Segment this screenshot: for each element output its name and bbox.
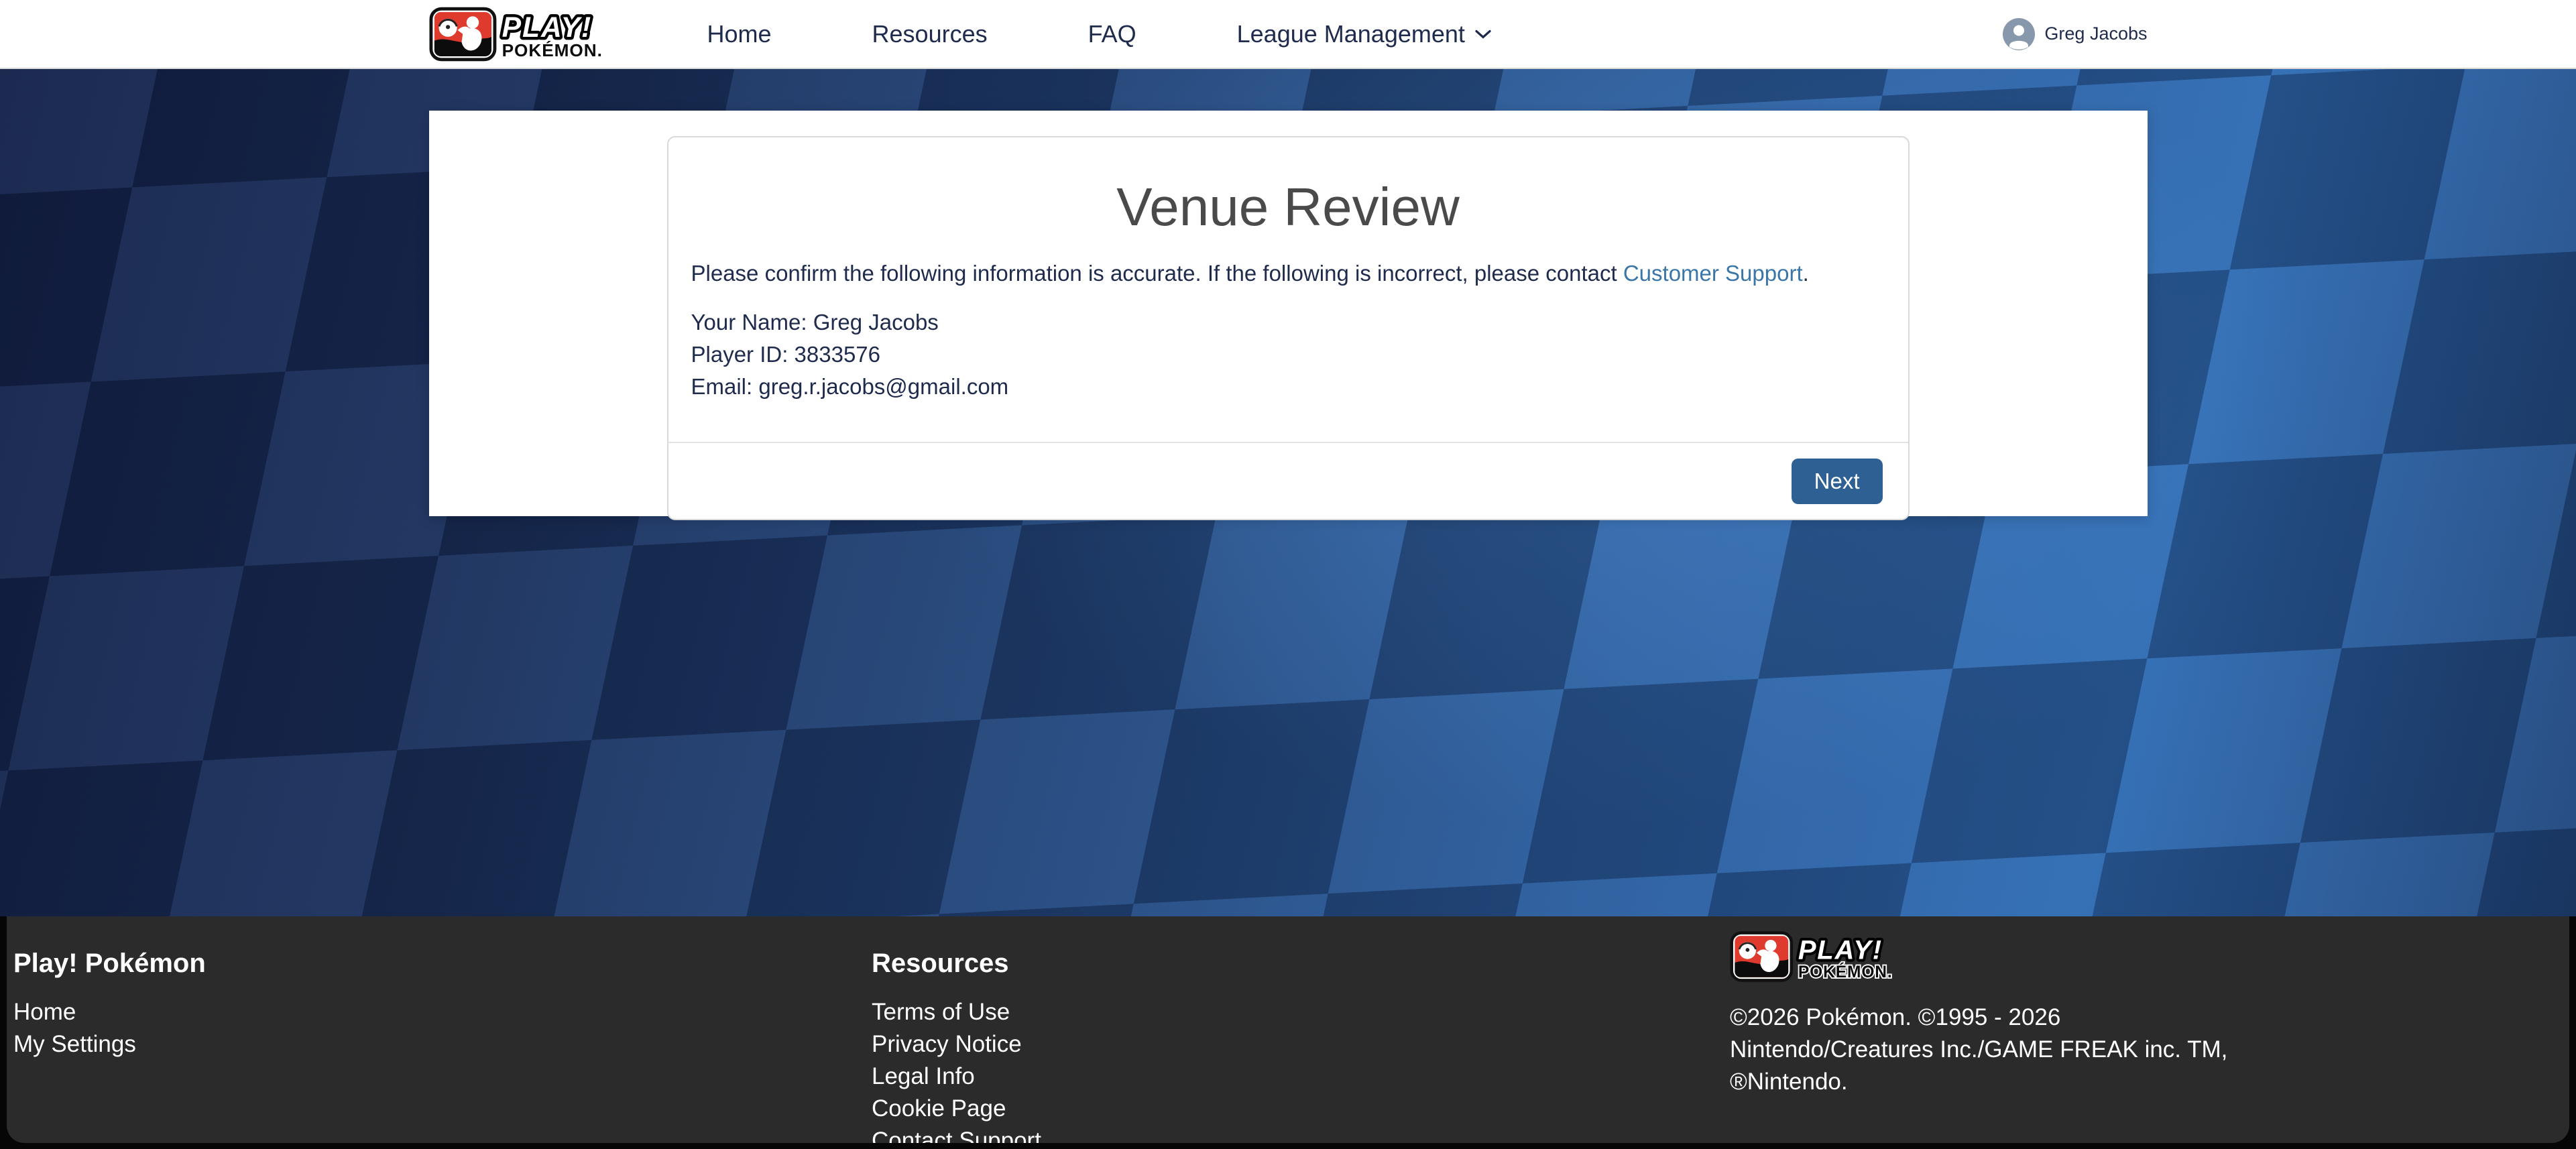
nav-item-home[interactable]: Home — [707, 20, 772, 48]
customer-support-link[interactable]: Customer Support — [1623, 261, 1803, 286]
footer-link-legal-info[interactable]: Legal Info — [872, 1061, 1730, 1093]
footer-link-my-settings[interactable]: My Settings — [13, 1028, 872, 1061]
svg-text:POKÉMON.: POKÉMON. — [502, 40, 602, 60]
main-nav: Home Resources FAQ League Management — [707, 20, 1492, 48]
footer-panel: Play! Pokémon Home My Settings Resources… — [7, 916, 2569, 1143]
footer-link-home[interactable]: Home — [13, 996, 872, 1028]
footer-heading-play-pokemon: Play! Pokémon — [13, 949, 872, 979]
footer-col-play-pokemon: Play! Pokémon Home My Settings — [13, 949, 872, 1143]
player-id-line: Player ID: 3833576 — [691, 339, 1885, 371]
footer-heading-resources: Resources — [872, 949, 1730, 979]
top-navigation-bar: PLAY! POKÉMON. Home Resources FAQ League… — [0, 0, 2576, 69]
footer: Play! Pokémon Home My Settings Resources… — [0, 916, 2576, 1149]
venue-review-card-body: Venue Review Please confirm the followin… — [668, 137, 1908, 442]
confirmation-text: Please confirm the following information… — [691, 258, 1885, 289]
card-footer: Next — [668, 442, 1908, 519]
footer-link-cookie-page[interactable]: Cookie Page — [872, 1093, 1730, 1125]
svg-text:PLAY!: PLAY! — [1798, 936, 1883, 965]
user-name: Greg Jacobs — [2044, 23, 2147, 44]
svg-text:PLAY!: PLAY! — [502, 11, 592, 43]
content-panel: Venue Review Please confirm the followin… — [429, 111, 2148, 516]
player-name-line: Your Name: Greg Jacobs — [691, 306, 1885, 339]
next-button[interactable]: Next — [1792, 459, 1883, 504]
footer-col-resources: Resources Terms of Use Privacy Notice Le… — [872, 949, 1730, 1143]
play-pokemon-logo-icon: PLAY! POKÉMON. — [429, 6, 644, 62]
footer-col-legal: PLAY! POKÉMON. ©2026 Pokémon. ©1995 - 20… — [1730, 930, 2569, 1143]
footer-link-contact-support[interactable]: Contact Support — [872, 1125, 1730, 1143]
page-background: Venue Review Please confirm the followin… — [0, 69, 2576, 916]
svg-text:POKÉMON.: POKÉMON. — [1798, 963, 1893, 981]
user-menu[interactable]: Greg Jacobs — [2003, 18, 2147, 50]
play-pokemon-footer-logo-icon: PLAY! POKÉMON. — [1730, 930, 1931, 983]
person-icon — [2003, 18, 2035, 50]
play-pokemon-logo[interactable]: PLAY! POKÉMON. — [429, 6, 644, 62]
nav-item-league-management[interactable]: League Management — [1237, 20, 1492, 48]
footer-link-terms-of-use[interactable]: Terms of Use — [872, 996, 1730, 1028]
footer-link-privacy-notice[interactable]: Privacy Notice — [872, 1028, 1730, 1061]
page-title: Venue Review — [691, 175, 1885, 239]
chevron-down-icon — [1474, 29, 1492, 40]
player-info: Your Name: Greg Jacobs Player ID: 383357… — [691, 306, 1885, 403]
copyright-text: ©2026 Pokémon. ©1995 - 2026 Nintendo/Cre… — [1730, 1002, 2542, 1098]
nav-item-faq[interactable]: FAQ — [1088, 20, 1136, 48]
nav-item-resources[interactable]: Resources — [872, 20, 988, 48]
player-email-line: Email: greg.r.jacobs@gmail.com — [691, 371, 1885, 403]
venue-review-card: Venue Review Please confirm the followin… — [667, 136, 1910, 520]
